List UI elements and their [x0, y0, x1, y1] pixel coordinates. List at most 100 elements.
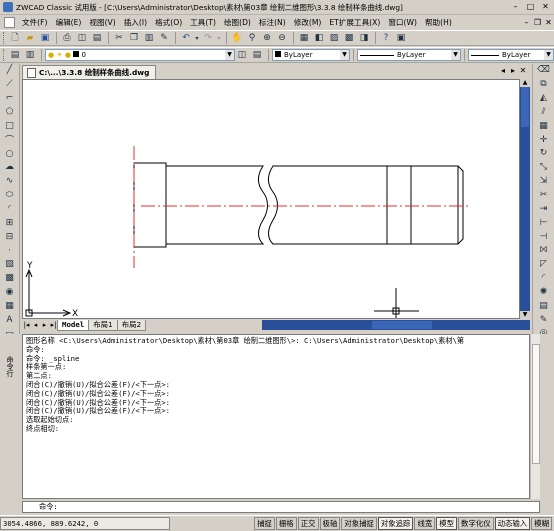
redo-icon[interactable]: ↷: [201, 31, 215, 45]
ray-icon[interactable]: ⟋: [2, 78, 18, 91]
first-layout-icon[interactable]: |◂: [22, 321, 31, 329]
model-toggle[interactable]: 模型: [436, 517, 458, 530]
menu-draw[interactable]: 绘图(D): [220, 17, 255, 28]
hatch-icon[interactable]: ▧: [2, 258, 18, 271]
print-preview-icon[interactable]: ◫: [75, 31, 89, 45]
menu-file[interactable]: 文件(F): [18, 17, 51, 28]
command-scrollbar[interactable]: [530, 334, 540, 499]
mirror-icon[interactable]: ◭: [536, 92, 552, 105]
horizontal-scrollbar[interactable]: [262, 320, 530, 330]
tab-scroll-right-icon[interactable]: ▸: [508, 66, 518, 75]
move-icon[interactable]: ✛: [536, 133, 552, 146]
chamfer-icon[interactable]: ◸: [536, 258, 552, 271]
fuzzy-toggle[interactable]: 模糊: [531, 517, 552, 530]
gradient-icon[interactable]: ▩: [2, 272, 18, 285]
lineweight-dropdown[interactable]: ByLayer ▼: [468, 49, 554, 61]
document-icon[interactable]: [4, 17, 15, 28]
table-icon[interactable]: ▦: [2, 300, 18, 313]
snap-toggle[interactable]: 捕捉: [254, 517, 275, 530]
polyline-icon[interactable]: ⌐: [2, 92, 18, 105]
menu-modify[interactable]: 修改(M): [290, 17, 326, 28]
menu-format[interactable]: 格式(O): [151, 17, 186, 28]
zoom-previous-icon[interactable]: ⊖: [275, 31, 289, 45]
menu-edit[interactable]: 编辑(E): [51, 17, 85, 28]
layer-state-icon[interactable]: ▥: [23, 48, 37, 62]
fillet-icon[interactable]: ◜: [536, 272, 552, 285]
next-layout-icon[interactable]: ▸: [40, 321, 49, 329]
cut-icon[interactable]: ✂: [112, 31, 126, 45]
doc-minimize-button[interactable]: –: [521, 18, 532, 27]
insert-block-icon[interactable]: ⊞: [2, 216, 18, 229]
vertical-scrollbar[interactable]: ▲ ▼: [520, 79, 530, 319]
linetype-dropdown[interactable]: ByLayer ▼: [357, 49, 461, 61]
stretch-icon[interactable]: ⇲: [536, 175, 552, 188]
mtext-icon[interactable]: A: [2, 313, 18, 326]
copy-icon[interactable]: ❐: [127, 31, 141, 45]
chevron-down-icon[interactable]: ▼: [544, 50, 553, 60]
redo-dropdown-icon[interactable]: ▾: [216, 31, 222, 45]
tab-layout1[interactable]: 布局1: [88, 319, 118, 331]
sheet-set-icon[interactable]: ▩: [342, 31, 356, 45]
revision-cloud-icon[interactable]: ☁: [2, 161, 18, 174]
tool-palettes-icon[interactable]: ▨: [327, 31, 341, 45]
join-icon[interactable]: ⨝: [536, 244, 552, 257]
paste-icon[interactable]: ▥: [142, 31, 156, 45]
grid-toggle[interactable]: 栅格: [275, 517, 297, 530]
save-icon[interactable]: ▣: [38, 31, 52, 45]
color-dropdown[interactable]: ByLayer ▼: [272, 49, 350, 61]
properties-icon[interactable]: ▦: [297, 31, 311, 45]
rotate-icon[interactable]: ↻: [536, 147, 552, 160]
print-icon[interactable]: ⎙: [60, 31, 74, 45]
scroll-up-icon[interactable]: ▲: [520, 79, 530, 87]
prev-layout-icon[interactable]: ◂: [31, 321, 40, 329]
polar-toggle[interactable]: 极轴: [319, 517, 341, 530]
line-icon[interactable]: ╱: [2, 64, 18, 77]
copy-object-icon[interactable]: ⧉: [536, 78, 552, 91]
toolbar-grip[interactable]: [3, 49, 6, 61]
menu-help[interactable]: 帮助(H): [421, 17, 456, 28]
lineweight-toggle[interactable]: 线宽: [414, 517, 436, 530]
layer-previous-icon[interactable]: ▤: [250, 48, 264, 62]
minimize-button[interactable]: –: [509, 2, 522, 13]
document-tab[interactable]: C:\...\3.3.8 绘制样条曲线.dwg: [22, 65, 157, 79]
toolbar-grip[interactable]: [3, 32, 6, 44]
chevron-down-icon[interactable]: ▼: [451, 50, 460, 60]
circle-icon[interactable]: ○: [2, 147, 18, 160]
command-input[interactable]: 命令:: [22, 501, 540, 513]
break-at-point-icon[interactable]: ⊢: [536, 216, 552, 229]
menu-dimension[interactable]: 标注(N): [255, 17, 290, 28]
menu-view[interactable]: 视图(V): [85, 17, 119, 28]
undo-icon[interactable]: ↶: [179, 31, 193, 45]
match-properties-icon[interactable]: ✎: [157, 31, 171, 45]
zoom-window-icon[interactable]: ⊕: [260, 31, 274, 45]
doc-close-button[interactable]: ✕: [543, 18, 554, 27]
ellipse-arc-icon[interactable]: ◜: [2, 203, 18, 216]
menu-window[interactable]: 窗口(W): [384, 17, 421, 28]
scale-icon[interactable]: ⤡: [536, 161, 552, 174]
undo-dropdown-icon[interactable]: ▾: [194, 31, 200, 45]
tab-scroll-left-icon[interactable]: ◂: [498, 66, 508, 75]
layer-dropdown[interactable]: ● ☀ ● 0 ▼: [45, 49, 235, 61]
drawing-canvas[interactable]: Y X: [22, 79, 520, 319]
dynamic-input-toggle[interactable]: 动态输入: [494, 517, 531, 530]
menu-express-tools[interactable]: ET扩展工具(X): [325, 17, 384, 28]
match-icon[interactable]: ✎: [536, 313, 552, 326]
explode-icon[interactable]: ✺: [536, 286, 552, 299]
offset-icon[interactable]: ⫽: [536, 106, 552, 119]
open-folder-icon[interactable]: ▰: [23, 31, 37, 45]
erase-icon[interactable]: ⌫: [536, 64, 552, 77]
arc-icon[interactable]: ⌒: [2, 133, 18, 146]
array-icon[interactable]: ▦: [536, 119, 552, 132]
region-icon[interactable]: ◉: [2, 286, 18, 299]
close-button[interactable]: ✕: [539, 2, 552, 13]
ellipse-icon[interactable]: ⬭: [2, 189, 18, 202]
tablet-toggle[interactable]: 数字化仪: [458, 517, 494, 530]
trim-icon[interactable]: ✂: [536, 189, 552, 202]
design-center-icon[interactable]: ◧: [312, 31, 326, 45]
spline-icon[interactable]: ∿: [2, 175, 18, 188]
make-current-layer-icon[interactable]: ◫: [235, 48, 249, 62]
help-icon[interactable]: ?: [379, 31, 393, 45]
layer-manager-icon[interactable]: ▤: [8, 48, 22, 62]
scrollbar-thumb[interactable]: [532, 344, 540, 464]
new-file-icon[interactable]: 🗋: [8, 31, 22, 45]
